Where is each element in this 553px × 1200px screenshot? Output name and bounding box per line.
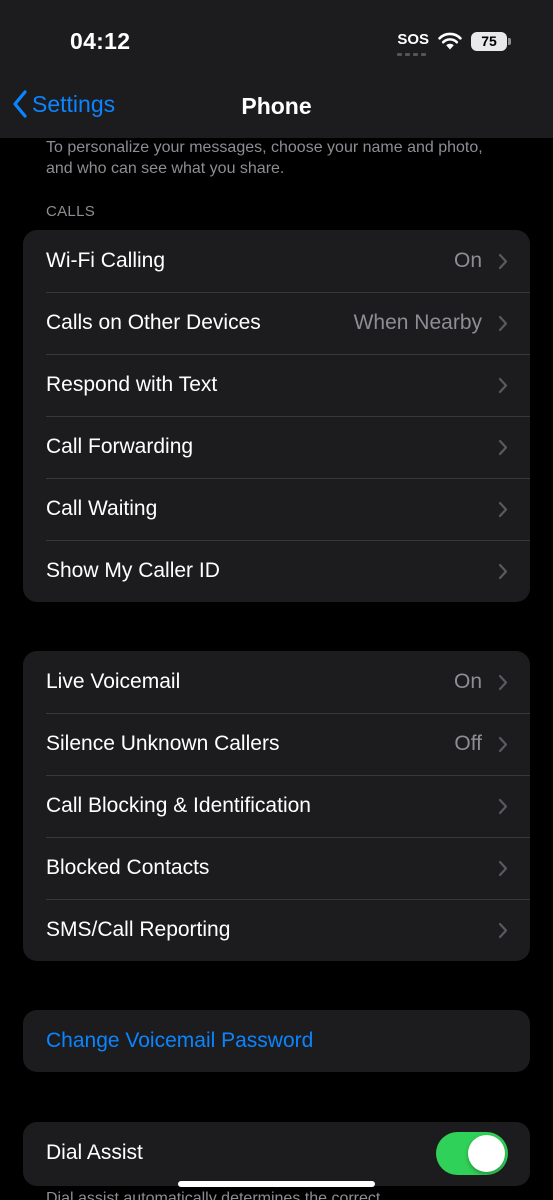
chevron-right-icon (498, 674, 508, 690)
status-time: 04:12 (70, 28, 131, 54)
page-title: Phone (241, 93, 312, 119)
row-label: Silence Unknown Callers (46, 732, 280, 755)
battery-icon: 75 (471, 31, 511, 51)
chevron-right-icon (498, 736, 508, 752)
navigation-header: 04:12 SOS 75 Settings Phone (0, 0, 553, 138)
dial-assist-footnote: Dial assist automatically determines the… (46, 1190, 381, 1200)
show-my-caller-id-row[interactable]: Show My Caller ID (23, 540, 530, 602)
respond-with-text-row[interactable]: Respond with Text (23, 354, 530, 416)
row-value: On (453, 249, 482, 272)
chevron-right-icon (498, 563, 508, 579)
call-blocking-identification-row[interactable]: Call Blocking & Identification (23, 775, 530, 837)
row-label: Call Forwarding (46, 435, 194, 458)
dial-assist-row: Dial Assist (23, 1122, 530, 1184)
sms-call-reporting-row[interactable]: SMS/Call Reporting (23, 899, 530, 961)
dial-assist-group: Dial Assist (23, 1122, 530, 1186)
wifi-calling-row[interactable]: Wi-Fi Calling On (23, 230, 530, 292)
blocked-contacts-row[interactable]: Blocked Contacts (23, 837, 530, 899)
intro-footnote: To personalize your messages, choose you… (46, 139, 483, 177)
row-value: When Nearby (353, 311, 482, 334)
voicemail-group: Live Voicemail On Silence Unknown Caller… (23, 651, 530, 961)
settings-list[interactable]: To personalize your messages, choose you… (0, 0, 553, 1200)
call-waiting-row[interactable]: Call Waiting (23, 478, 530, 540)
row-label: SMS/Call Reporting (46, 918, 231, 941)
toggle-knob (468, 1134, 505, 1172)
chevron-right-icon (498, 922, 508, 938)
row-label: Show My Caller ID (46, 559, 220, 582)
row-value: On (453, 670, 482, 693)
row-label: Blocked Contacts (46, 856, 210, 879)
change-voicemail-password-label: Change Voicemail Password (46, 1029, 314, 1052)
row-label: Live Voicemail (46, 670, 181, 693)
home-indicator[interactable] (178, 1181, 375, 1187)
row-label: Call Blocking & Identification (46, 794, 311, 817)
sos-indicator: SOS (397, 31, 429, 56)
row-label: Respond with Text (46, 373, 218, 396)
row-label: Calls on Other Devices (46, 311, 261, 334)
chevron-right-icon (498, 439, 508, 455)
status-icons: SOS 75 (397, 29, 511, 56)
change-voicemail-password-button[interactable]: Change Voicemail Password (23, 1010, 530, 1072)
calls-group: Wi-Fi Calling On Calls on Other Devices … (23, 230, 530, 602)
change-password-group: Change Voicemail Password (23, 1010, 530, 1072)
row-label: Wi-Fi Calling (46, 249, 166, 272)
calls-section-header: CALLS (46, 203, 96, 220)
wifi-icon (438, 32, 462, 50)
chevron-right-icon (498, 798, 508, 814)
chevron-right-icon (498, 501, 508, 517)
calls-on-other-devices-row[interactable]: Calls on Other Devices When Nearby (23, 292, 530, 354)
chevron-right-icon (498, 253, 508, 269)
call-forwarding-row[interactable]: Call Forwarding (23, 416, 530, 478)
row-label: Dial Assist (46, 1141, 143, 1164)
row-value: Off (454, 732, 482, 755)
row-label: Call Waiting (46, 497, 158, 520)
dial-assist-toggle[interactable] (436, 1131, 508, 1175)
chevron-right-icon (498, 315, 508, 331)
chevron-right-icon (498, 377, 508, 393)
silence-unknown-callers-row[interactable]: Silence Unknown Callers Off (23, 713, 530, 775)
live-voicemail-row[interactable]: Live Voicemail On (23, 651, 530, 713)
chevron-right-icon (498, 860, 508, 876)
